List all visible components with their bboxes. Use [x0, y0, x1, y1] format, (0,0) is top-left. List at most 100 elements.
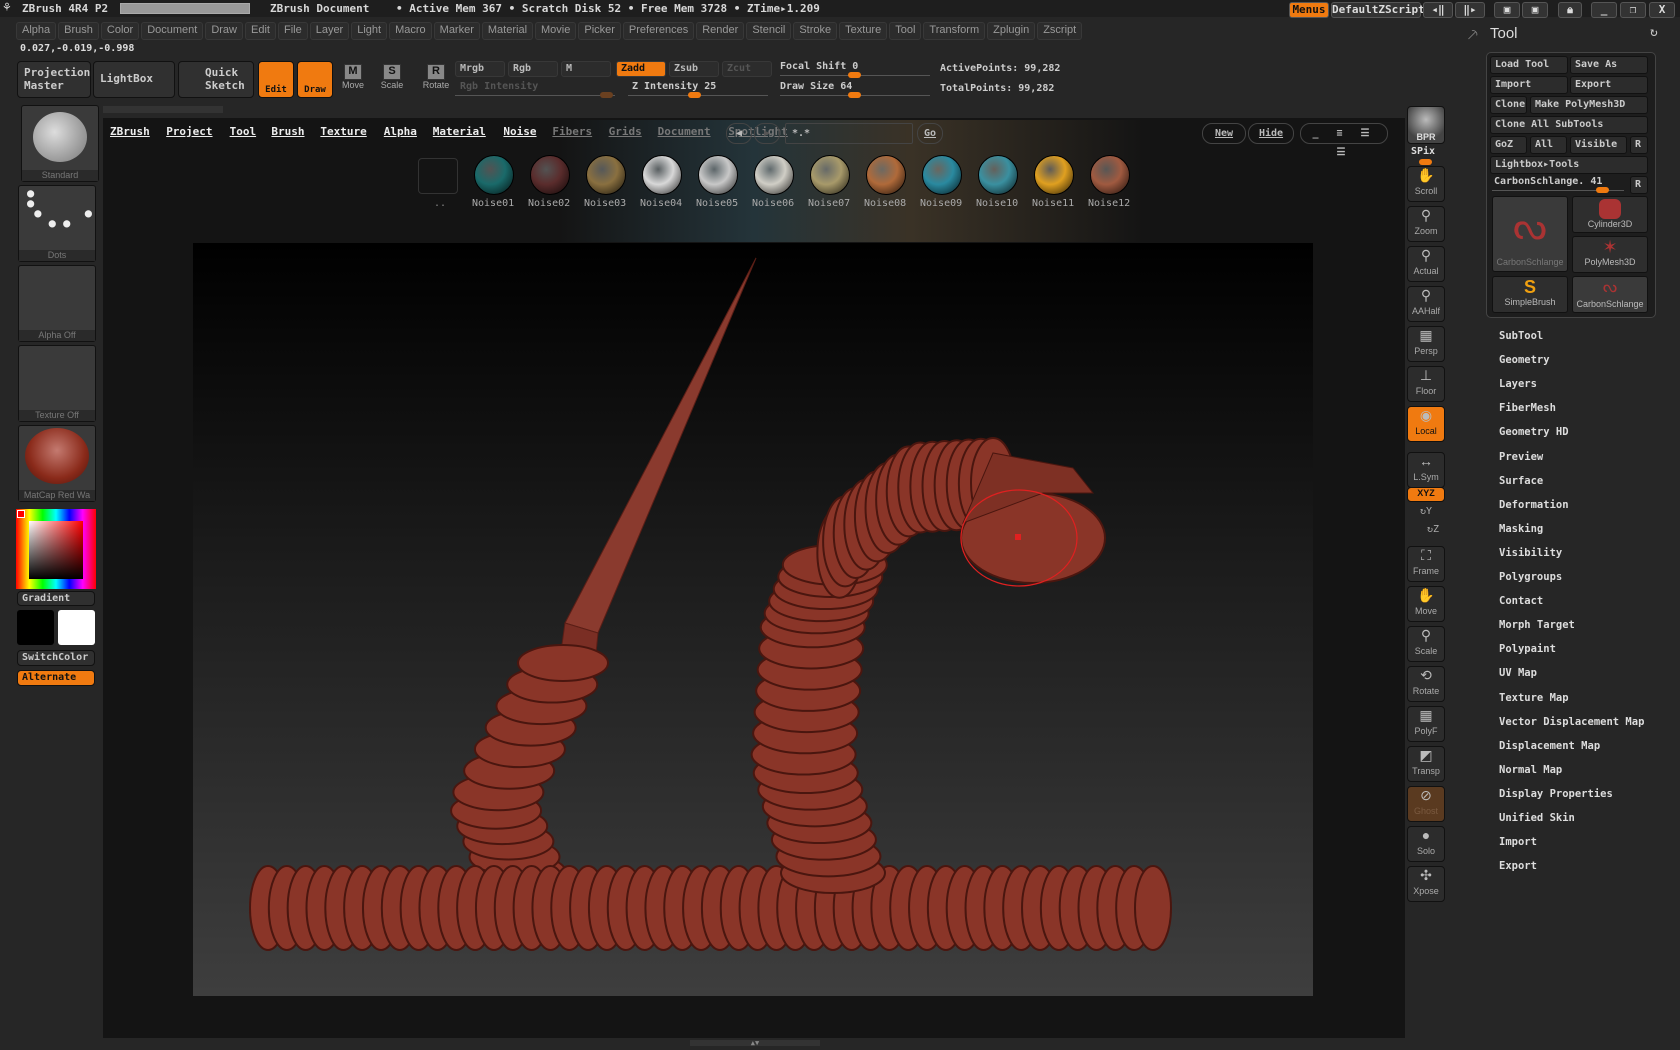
- tool-section-uv-map[interactable]: UV Map: [1499, 667, 1537, 679]
- menu-stroke[interactable]: Stroke: [793, 22, 838, 40]
- lightbox-tab-tool[interactable]: Tool: [230, 125, 257, 138]
- m-button[interactable]: M: [561, 61, 611, 77]
- draw-mode-button[interactable]: Draw: [297, 61, 333, 98]
- tool-thumb-simplebrush[interactable]: S SimpleBrush: [1492, 276, 1568, 313]
- import-button[interactable]: Import: [1490, 76, 1568, 94]
- tool-section-surface[interactable]: Surface: [1499, 475, 1543, 487]
- document-scrollbar[interactable]: [103, 106, 223, 113]
- zsub-button[interactable]: Zsub: [669, 61, 719, 77]
- spix-slider[interactable]: [1419, 159, 1432, 165]
- brush-selector[interactable]: Standard: [21, 105, 99, 182]
- new-button[interactable]: New: [1202, 123, 1246, 144]
- folder-icon[interactable]: [418, 158, 458, 194]
- rotate-mode-button[interactable]: R Rotate: [417, 62, 455, 98]
- minimize-icon[interactable]: _: [1591, 2, 1617, 18]
- layout-alt-icon[interactable]: ▣: [1522, 2, 1548, 18]
- lightbox-tab-project[interactable]: Project: [166, 125, 212, 138]
- lightbox-tab-document[interactable]: Document: [658, 125, 711, 138]
- tool-section-polypaint[interactable]: Polypaint: [1499, 643, 1556, 655]
- menu-texture[interactable]: Texture: [839, 22, 888, 40]
- draw-size-knob[interactable]: [848, 92, 861, 98]
- lightbox-tab-grids[interactable]: Grids: [609, 125, 642, 138]
- actual-button[interactable]: ⚲ Actual: [1407, 246, 1445, 282]
- prev-arrow-icon[interactable]: ◀: [726, 123, 752, 144]
- menu-tool[interactable]: Tool: [889, 22, 922, 40]
- z-intensity-knob[interactable]: [688, 92, 701, 98]
- menu-marker[interactable]: Marker: [433, 22, 480, 40]
- scroll-button[interactable]: ✋ Scroll: [1407, 166, 1445, 202]
- switch-color-button[interactable]: SwitchColor: [17, 650, 95, 666]
- noise-thumbnail[interactable]: [754, 155, 794, 195]
- menu-preferences[interactable]: Preferences: [622, 22, 695, 40]
- tool-section-displacement-map[interactable]: Displacement Map: [1499, 740, 1600, 752]
- lightbox-tools-button[interactable]: Lightbox▸Tools: [1490, 156, 1648, 174]
- goz-all-button[interactable]: All: [1530, 136, 1567, 154]
- save-as-button[interactable]: Save As: [1570, 56, 1648, 74]
- menu-file[interactable]: File: [277, 22, 308, 40]
- focal-shift-knob[interactable]: [848, 72, 861, 78]
- tool-thumb-cylinder3d[interactable]: Cylinder3D: [1572, 196, 1648, 233]
- tool-section-export[interactable]: Export: [1499, 860, 1537, 872]
- menu-transform[interactable]: Transform: [923, 22, 986, 40]
- menu-color[interactable]: Color: [100, 22, 140, 40]
- local-button[interactable]: ◉ Local: [1407, 406, 1445, 442]
- tool-section-polygroups[interactable]: Polygroups: [1499, 571, 1562, 583]
- lightbox-tab-fibers[interactable]: Fibers: [552, 125, 592, 138]
- alternate-button[interactable]: Alternate: [17, 670, 95, 686]
- clone-button[interactable]: Clone: [1490, 96, 1527, 114]
- tool-section-geometry[interactable]: Geometry: [1499, 354, 1550, 366]
- load-tool-button[interactable]: Load Tool: [1490, 56, 1568, 74]
- rgb-intensity-slider[interactable]: [455, 95, 615, 96]
- tool-r-button[interactable]: R: [1630, 176, 1648, 194]
- menu-brush[interactable]: Brush: [58, 22, 99, 40]
- lightbox-tab-alpha[interactable]: Alpha: [384, 125, 417, 138]
- menu-picker[interactable]: Picker: [578, 22, 621, 40]
- stroke-selector[interactable]: ● ● ● ● ● ● Dots: [18, 185, 96, 262]
- menu-stencil[interactable]: Stencil: [746, 22, 792, 40]
- tool-section-unified-skin[interactable]: Unified Skin: [1499, 812, 1575, 824]
- menu-alpha[interactable]: Alpha: [16, 22, 57, 40]
- noise-thumbnail[interactable]: [1034, 155, 1074, 195]
- lock-icon[interactable]: 🔒︎: [1558, 2, 1582, 18]
- goz-r-button[interactable]: R: [1630, 136, 1648, 154]
- tool-section-visibility[interactable]: Visibility: [1499, 547, 1562, 559]
- menu-material[interactable]: Material: [481, 22, 534, 40]
- noise-thumbnail[interactable]: [810, 155, 850, 195]
- tool-section-geometry-hd[interactable]: Geometry HD: [1499, 426, 1569, 438]
- noise-thumbnail[interactable]: [866, 155, 906, 195]
- tool-thumb-polymesh3d[interactable]: ✶ PolyMesh3D: [1572, 236, 1648, 273]
- noise-thumbnail[interactable]: [530, 155, 570, 195]
- menu-render[interactable]: Render: [696, 22, 745, 40]
- scroll-left-icon[interactable]: ◂‖: [1423, 2, 1453, 18]
- tool-thumb-carbonschlange[interactable]: ᔓ CarbonSchlange: [1492, 196, 1568, 272]
- goz-button[interactable]: GoZ: [1490, 136, 1527, 154]
- current-tool-knob[interactable]: [1596, 187, 1609, 193]
- next-arrow-icon[interactable]: ▶: [754, 123, 780, 144]
- menus-button[interactable]: Menus: [1289, 2, 1329, 18]
- export-button[interactable]: Export: [1570, 76, 1648, 94]
- noise-thumbnail[interactable]: [642, 155, 682, 195]
- lightbox-tab-material[interactable]: Material: [433, 125, 486, 138]
- persp-button[interactable]: ▦ Persp: [1407, 326, 1445, 362]
- goz-visible-button[interactable]: Visible: [1570, 136, 1627, 154]
- xpose-button[interactable]: ✣ Xpose: [1407, 866, 1445, 902]
- polyf-button[interactable]: ▦ PolyF: [1407, 706, 1445, 742]
- tool-section-display-properties[interactable]: Display Properties: [1499, 788, 1613, 800]
- primary-color-swatch[interactable]: [17, 610, 54, 645]
- menu-edit[interactable]: Edit: [245, 22, 276, 40]
- hide-button[interactable]: Hide: [1248, 123, 1294, 144]
- go-button[interactable]: Go: [917, 123, 943, 144]
- menu-layer[interactable]: Layer: [309, 22, 350, 40]
- refresh-icon[interactable]: ↻: [1650, 25, 1658, 40]
- bottom-tray-handle[interactable]: ▲▼: [690, 1040, 820, 1047]
- 3d-viewport-canvas[interactable]: [193, 243, 1313, 996]
- close-icon[interactable]: X: [1649, 2, 1675, 18]
- xyz-symmetry-button[interactable]: XYZ: [1407, 487, 1445, 502]
- y-rotate-button[interactable]: ↻Y: [1420, 506, 1432, 517]
- lightbox-size-icons[interactable]: _ ≡ ☰ ☰: [1300, 123, 1388, 158]
- noise-thumbnail[interactable]: [978, 155, 1018, 195]
- tool-section-morph-target[interactable]: Morph Target: [1499, 619, 1575, 631]
- z-rotate-button[interactable]: ↻Z: [1427, 524, 1439, 535]
- tool-section-deformation[interactable]: Deformation: [1499, 499, 1569, 511]
- material-selector[interactable]: MatCap Red Wa: [18, 425, 96, 502]
